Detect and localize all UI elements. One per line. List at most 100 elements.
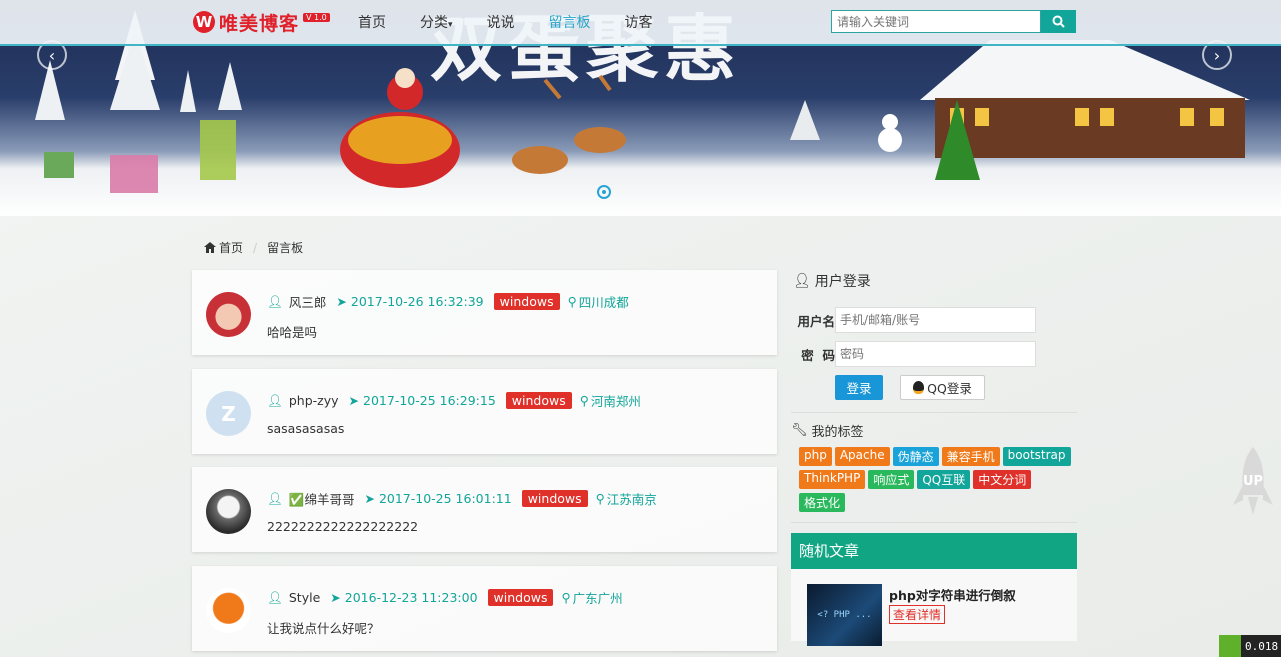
nav-guestbook[interactable]: 留言板 bbox=[549, 12, 591, 32]
tag-chip[interactable]: 格式化 bbox=[799, 493, 846, 512]
view-details-link[interactable]: 查看详情 bbox=[889, 605, 946, 624]
tag-list: php Apache 伪静态 兼容手机 bootstrap ThinkPHP 响应式 QQ互联… bbox=[799, 447, 1074, 516]
comment-item: 👤︎ Style ➤ 2016-12-23 11:23:00 windows ⚲… bbox=[192, 566, 777, 651]
tag-chip[interactable]: 伪静态 bbox=[892, 447, 939, 466]
logo-version-badge: V 1.0 bbox=[303, 12, 330, 22]
banner-indicator-dot[interactable] bbox=[597, 185, 611, 199]
search-button[interactable] bbox=[1041, 10, 1076, 33]
user-icon: 👤︎ bbox=[267, 490, 283, 506]
tag-chip[interactable]: php bbox=[799, 447, 832, 466]
caret-down-icon: ▾ bbox=[448, 20, 453, 30]
os-badge: windows bbox=[487, 589, 554, 606]
os-badge: windows bbox=[505, 392, 572, 409]
comment-location: 广东广州 bbox=[572, 591, 623, 606]
paper-plane-icon: ➤ bbox=[348, 393, 360, 408]
map-marker-icon: ⚲ bbox=[567, 294, 577, 309]
random-articles-header: 随机文章 bbox=[791, 533, 1077, 569]
login-title: 👤︎ 用户登录 bbox=[793, 271, 1077, 291]
login-button[interactable]: 登录 bbox=[835, 375, 883, 400]
user-icon: 👤︎ bbox=[267, 392, 283, 408]
top-navbar: W 唯美博客 V 1.0 首页 分类▾ 说说 留言板 访客 bbox=[0, 0, 1281, 46]
divider bbox=[791, 522, 1077, 523]
password-input[interactable] bbox=[835, 341, 1036, 367]
paper-plane-icon: ➤ bbox=[336, 294, 347, 309]
comment-text: sasasasasas bbox=[267, 421, 345, 436]
random-article-item[interactable]: <? PHP ... php对字符串进行倒叙 查看详情 bbox=[791, 569, 1077, 646]
breadcrumb-home[interactable]: 首页 bbox=[219, 239, 243, 256]
comment-user: Style bbox=[288, 590, 321, 605]
paper-plane-icon: ➤ bbox=[330, 590, 341, 605]
back-to-top-label: UP bbox=[1242, 473, 1264, 489]
tags-title-text: 我的标签 bbox=[811, 425, 864, 440]
comment-user: php-zyy bbox=[288, 393, 339, 408]
map-marker-icon: ⚲ bbox=[561, 590, 571, 605]
tag-chip[interactable]: 兼容手机 bbox=[941, 447, 1000, 466]
paper-plane-icon: ➤ bbox=[364, 491, 375, 506]
password-label: 密 码 bbox=[801, 347, 835, 363]
search-bar bbox=[831, 10, 1076, 33]
search-icon bbox=[1052, 15, 1065, 28]
user-icon: 👤︎ bbox=[793, 273, 811, 289]
tag-chip[interactable]: ThinkPHP bbox=[799, 470, 866, 489]
tag-chip[interactable]: 响应式 bbox=[868, 470, 915, 489]
username-row: 用户名 bbox=[791, 307, 1077, 333]
comment-item: 👤︎ ✅绵羊哥哥 ➤ 2017-10-25 16:01:11 windows ⚲… bbox=[192, 467, 777, 552]
logo-text: 唯美博客 bbox=[219, 12, 300, 35]
home-icon bbox=[204, 242, 216, 253]
perf-toolbar[interactable]: 0.018 bbox=[1219, 635, 1281, 657]
tags-title: 🔧︎ 我的标签 bbox=[791, 421, 1077, 440]
logo-mark: W bbox=[193, 11, 215, 33]
avatar bbox=[206, 489, 251, 534]
nav-talk-label: 说说 bbox=[486, 15, 515, 31]
login-title-text: 用户登录 bbox=[814, 274, 871, 290]
main-nav: 首页 分类▾ 说说 留言板 访客 bbox=[358, 12, 687, 32]
nav-category-label: 分类 bbox=[420, 15, 448, 31]
nav-home-label: 首页 bbox=[358, 15, 386, 31]
map-marker-icon: ⚲ bbox=[595, 491, 605, 506]
site-logo[interactable]: W 唯美博客 V 1.0 bbox=[193, 9, 330, 35]
qq-login-label: QQ登录 bbox=[927, 381, 972, 396]
back-to-top-button[interactable]: UP bbox=[1230, 445, 1276, 517]
tag-chip[interactable]: bootstrap bbox=[1002, 447, 1071, 466]
nav-category[interactable]: 分类▾ bbox=[420, 12, 453, 32]
tag-chip[interactable]: Apache bbox=[834, 447, 890, 466]
wrench-icon: 🔧︎ bbox=[791, 423, 808, 438]
comment-time: 2016-12-23 11:23:00 bbox=[344, 590, 478, 605]
nav-visitors[interactable]: 访客 bbox=[625, 12, 653, 32]
comment-text: 让我说点什么好呢？ bbox=[267, 621, 380, 636]
comment-user: ✅绵羊哥哥 bbox=[288, 492, 355, 507]
perf-leaf-icon bbox=[1219, 635, 1241, 657]
perf-value: 0.018 bbox=[1245, 639, 1279, 653]
qq-login-button[interactable]: QQ登录 bbox=[900, 375, 985, 400]
breadcrumb-current: 留言板 bbox=[267, 241, 304, 255]
avatar bbox=[206, 292, 251, 337]
nav-home[interactable]: 首页 bbox=[358, 12, 386, 32]
user-icon: 👤︎ bbox=[267, 589, 283, 605]
comment-text: 2222222222222222222 bbox=[267, 519, 419, 534]
username-label: 用户名 bbox=[797, 313, 835, 329]
comment-item: Z 👤︎ php-zyy ➤ 2017-10-25 16:29:15 windo… bbox=[192, 369, 777, 454]
os-badge: windows bbox=[493, 293, 560, 310]
comment-time: 2017-10-26 16:32:39 bbox=[350, 294, 484, 309]
search-input[interactable] bbox=[831, 10, 1041, 33]
os-badge: windows bbox=[521, 490, 588, 507]
avatar bbox=[206, 588, 251, 633]
article-title[interactable]: php对字符串进行倒叙 bbox=[889, 585, 1016, 604]
user-icon: 👤︎ bbox=[267, 293, 283, 309]
login-buttons: 登录 QQ登录 bbox=[835, 375, 1077, 400]
password-row: 密 码 bbox=[791, 341, 1077, 367]
tag-chip[interactable]: QQ互联 bbox=[917, 470, 971, 489]
article-thumbnail[interactable]: <? PHP ... bbox=[807, 584, 882, 646]
username-input[interactable] bbox=[835, 307, 1036, 333]
map-marker-icon: ⚲ bbox=[579, 393, 589, 408]
breadcrumb-separator: / bbox=[253, 240, 258, 255]
comment-text: 哈哈是吗 bbox=[267, 325, 318, 340]
nav-talk[interactable]: 说说 bbox=[487, 12, 515, 32]
comment-location: 四川成都 bbox=[578, 295, 629, 310]
qq-penguin-icon bbox=[913, 381, 925, 394]
sidebar: 👤︎ 用户登录 用户名 密 码 登录 QQ登录 🔧︎ 我的标签 phpApach… bbox=[791, 265, 1077, 646]
breadcrumb: 首页 / 留言板 bbox=[204, 239, 303, 256]
comment-item: 👤︎ 风三郎 ➤ 2017-10-26 16:32:39 windows ⚲ 四… bbox=[192, 270, 777, 355]
comment-time: 2017-10-25 16:01:11 bbox=[378, 491, 512, 506]
tag-chip[interactable]: 中文分词 bbox=[973, 470, 1032, 489]
